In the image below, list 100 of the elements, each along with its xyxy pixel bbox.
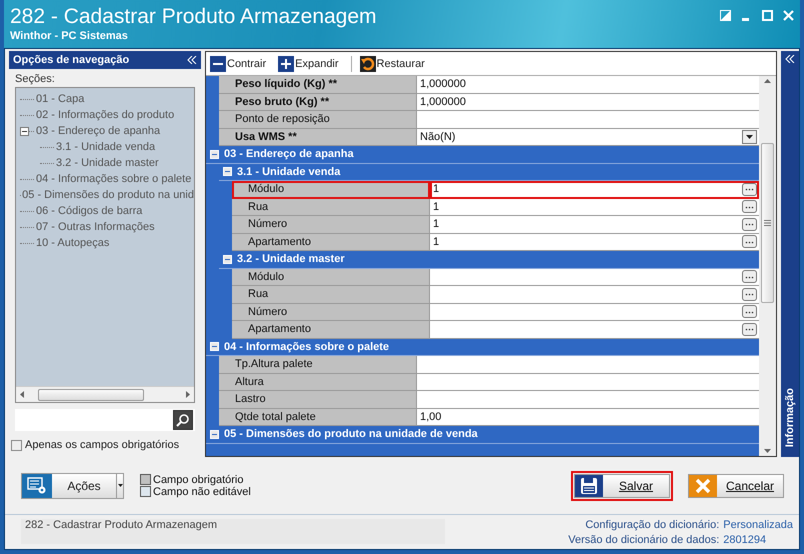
- input-field[interactable]: 1: [430, 216, 759, 234]
- vertical-scrollbar[interactable]: [759, 76, 776, 456]
- tree-item[interactable]: 06 - Códigos de barra: [36, 205, 142, 217]
- input-field[interactable]: [430, 321, 759, 338]
- input-field[interactable]: 1: [430, 181, 759, 198]
- collapse-toggle-icon[interactable]: [223, 254, 232, 264]
- side-panel-title: Informação: [784, 388, 796, 447]
- group-title: 3.2 - Unidade master: [237, 253, 345, 266]
- minus-icon: [210, 56, 226, 72]
- navigation-title: Opções de navegação: [13, 54, 130, 66]
- ellipsis-button[interactable]: [742, 305, 757, 318]
- tree-item[interactable]: 07 - Outras Informações: [36, 221, 155, 233]
- field-label: Usa WMS **: [219, 128, 417, 146]
- tree-item[interactable]: 3.1 - Unidade venda: [56, 141, 156, 153]
- actions-button[interactable]: Ações: [21, 472, 124, 498]
- maximize-icon[interactable]: [762, 10, 773, 21]
- close-icon[interactable]: [783, 10, 794, 21]
- collapse-toggle-icon[interactable]: [210, 342, 219, 352]
- field-label: Apartamento: [232, 321, 430, 338]
- save-button[interactable]: Salvar: [571, 470, 673, 500]
- search-field[interactable]: [15, 409, 195, 431]
- ellipsis-icon: [745, 206, 754, 209]
- group-header[interactable]: 05 - Dimensões do produto na unidade de venda: [206, 426, 759, 444]
- scroll-down-icon[interactable]: [764, 449, 771, 453]
- field-label: Número: [232, 304, 430, 321]
- status-value: Personalizada: [723, 519, 793, 533]
- toolbar-button[interactable]: Contrair: [210, 56, 270, 72]
- tree-item[interactable]: 02 - Informações do produto: [36, 109, 174, 121]
- search-button[interactable]: [173, 410, 193, 430]
- tree-item[interactable]: 05 - Dimensões do produto na unid: [22, 189, 194, 201]
- field-label: Módulo: [232, 181, 430, 198]
- input-field[interactable]: [417, 374, 759, 391]
- ellipsis-icon: [745, 276, 754, 279]
- collapse-toggle-icon[interactable]: [223, 167, 232, 176]
- toolbar-button[interactable]: Restaurar: [350, 56, 429, 72]
- input-field[interactable]: [430, 286, 759, 304]
- scroll-left-icon[interactable]: [20, 391, 24, 398]
- input-field[interactable]: [430, 304, 759, 321]
- group-title: 03 - Endereço de apanha: [224, 148, 354, 160]
- group-title: 3.1 - Unidade venda: [237, 166, 340, 178]
- collapse-toggle-icon[interactable]: [210, 430, 219, 439]
- toolbar-button[interactable]: Expandir: [278, 56, 343, 72]
- expand-panel-icon[interactable]: [785, 55, 795, 63]
- scroll-up-icon[interactable]: [764, 79, 771, 83]
- window-subtitle: Winthor - PC Sistemas: [10, 30, 129, 42]
- ellipsis-icon: [745, 240, 754, 244]
- collapse-panel-icon[interactable]: [187, 56, 197, 64]
- field-label: Ponto de reposição: [219, 111, 417, 128]
- ellipsis-icon: [745, 310, 754, 314]
- field-label: Peso bruto (Kg) **: [219, 94, 417, 111]
- tree-item[interactable]: 04 - Informações sobre o palete: [36, 173, 192, 185]
- caret-icon: [746, 134, 753, 139]
- caret-icon: [118, 484, 122, 487]
- ellipsis-icon: [745, 293, 754, 296]
- ellipsis-button[interactable]: [742, 270, 757, 284]
- input-field[interactable]: [417, 356, 759, 374]
- tree-item[interactable]: 03 - Endereço de apanha: [36, 125, 160, 137]
- scroll-right-icon[interactable]: [186, 391, 190, 398]
- input-field[interactable]: [417, 111, 759, 128]
- field-label: Tp.Altura palete: [219, 356, 417, 374]
- legend-swatch: [140, 474, 151, 485]
- input-field[interactable]: 1,000000: [417, 76, 759, 94]
- status-label: Configuração do dicionário:: [584, 519, 720, 533]
- input-field[interactable]: 1,000000: [417, 94, 759, 111]
- ellipsis-button[interactable]: [742, 235, 757, 248]
- ellipsis-button[interactable]: [742, 218, 757, 231]
- field-label: Rua: [232, 198, 430, 216]
- tree-item[interactable]: 3.2 - Unidade master: [56, 157, 159, 169]
- ellipsis-icon: [745, 188, 754, 192]
- tree-toggle-icon[interactable]: [20, 126, 29, 136]
- field-label: Lastro: [219, 391, 417, 408]
- legend-swatch: [140, 486, 151, 497]
- input-field[interactable]: 1,00: [417, 408, 759, 426]
- group-header[interactable]: 03 - Endereço de apanha: [206, 146, 759, 164]
- dropdown-field[interactable]: Não(N): [417, 128, 759, 146]
- collapse-toggle-icon[interactable]: [210, 150, 219, 159]
- input-field[interactable]: 1: [430, 234, 759, 251]
- ellipsis-button[interactable]: [742, 200, 757, 214]
- group-title: 05 - Dimensões do produto na unidade de venda: [224, 428, 478, 440]
- legend-label: Campo não editável: [153, 486, 251, 498]
- checkbox[interactable]: [11, 440, 22, 450]
- sections-label: Seções:: [14, 72, 56, 87]
- input-field[interactable]: 1: [430, 198, 759, 216]
- restore-icon: [360, 56, 376, 72]
- field-label: Altura: [219, 374, 417, 391]
- ellipsis-icon: [745, 223, 754, 226]
- ellipsis-icon: [745, 328, 754, 332]
- tree-item[interactable]: 10 - Autopeças: [36, 237, 110, 249]
- ellipsis-button[interactable]: [742, 322, 757, 336]
- input-field[interactable]: [430, 268, 759, 286]
- dropdown-button[interactable]: [742, 130, 757, 144]
- status-label: Versão do dicionário de dados:: [568, 534, 720, 548]
- ellipsis-button[interactable]: [742, 182, 757, 196]
- ellipsis-button[interactable]: [742, 288, 757, 301]
- tree-item[interactable]: 01 - Capa: [36, 93, 84, 105]
- horizontal-scrollbar[interactable]: [16, 386, 194, 402]
- input-field[interactable]: [417, 391, 759, 408]
- list-gear-icon: [27, 476, 47, 494]
- restore-window-icon[interactable]: [720, 10, 731, 21]
- field-label: Peso líquido (Kg) **: [219, 76, 417, 94]
